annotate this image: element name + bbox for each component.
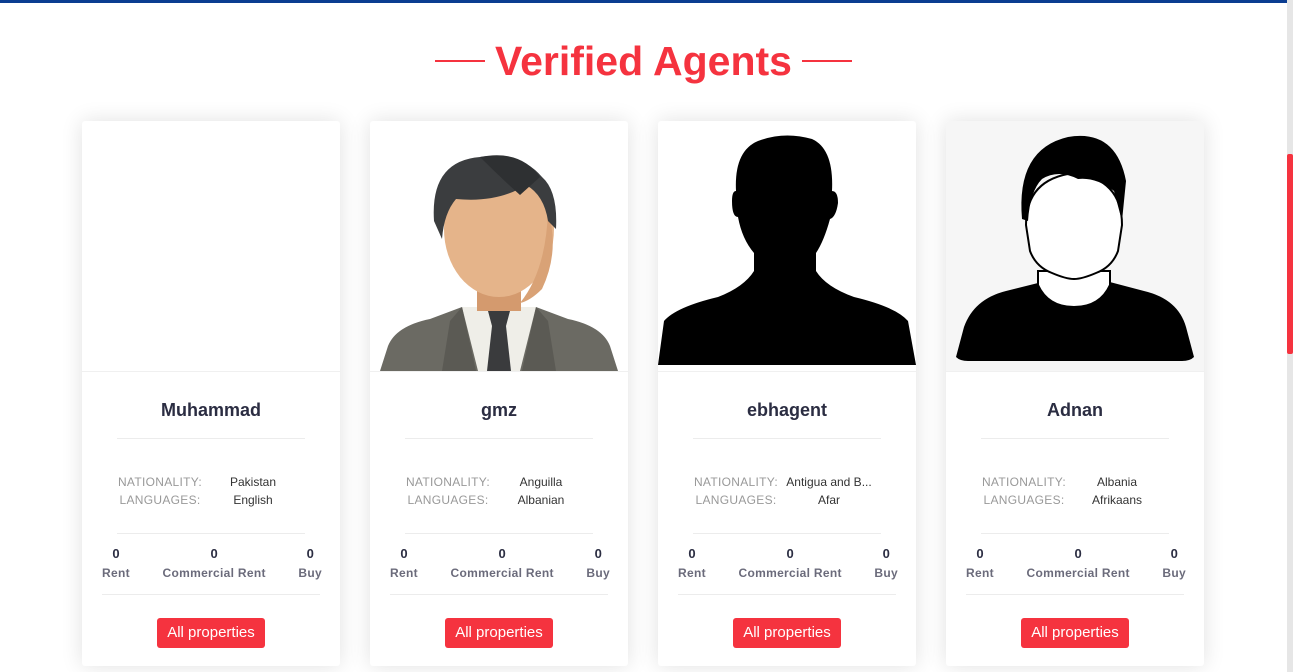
rent-label: Rent	[390, 566, 418, 580]
buy-label: Buy	[298, 566, 322, 580]
all-properties-button[interactable]: All properties	[157, 618, 265, 648]
nationality-value: Albania	[1096, 475, 1138, 489]
agents-grid: Muhammad NATIONALITY: Pakistan LANGUAGES:…	[82, 121, 1204, 666]
divider	[966, 594, 1184, 595]
agent-info: NATIONALITY: Anguilla LANGUAGES: Albanian	[370, 473, 628, 509]
all-properties-button[interactable]: All properties	[733, 618, 841, 648]
agent-photo	[658, 121, 916, 372]
divider	[390, 594, 608, 595]
agent-photo	[370, 121, 628, 372]
languages-value: English	[233, 493, 273, 507]
divider	[405, 438, 593, 439]
stat-buy: 0 Buy	[586, 545, 610, 580]
top-accent-bar	[0, 0, 1287, 3]
buy-count: 0	[1170, 546, 1178, 561]
agent-info: NATIONALITY: Antigua and B... LANGUAGES: A…	[658, 473, 916, 509]
nationality-value: Anguilla	[519, 475, 563, 489]
languages-value: Afar	[817, 493, 840, 507]
stat-buy: 0 Buy	[874, 545, 898, 580]
silhouette-avatar-icon	[658, 135, 916, 365]
agent-info: NATIONALITY: Albania LANGUAGES: Afrikaans	[946, 473, 1204, 509]
commercial-rent-count: 0	[786, 546, 794, 561]
agent-card: Adnan NATIONALITY: Albania LANGUAGES: Afri…	[946, 121, 1204, 666]
agent-name: gmz	[481, 400, 517, 420]
title-decoration-right	[801, 60, 852, 62]
commercial-rent-label: Commercial Rent	[162, 566, 266, 580]
rent-label: Rent	[678, 566, 706, 580]
nationality-value: Antigua and B...	[786, 475, 872, 489]
rent-count: 0	[976, 546, 984, 561]
rent-label: Rent	[966, 566, 994, 580]
agent-stats: 0 Rent 0 Commercial Rent 0 Buy	[370, 545, 628, 580]
agent-photo-empty	[82, 121, 340, 372]
buy-count: 0	[306, 546, 314, 561]
buy-label: Buy	[874, 566, 898, 580]
agent-name: Muhammad	[160, 400, 261, 420]
buy-label: Buy	[1162, 566, 1186, 580]
divider	[102, 594, 320, 595]
section-title: Verified Agents	[495, 38, 792, 84]
buy-count: 0	[882, 546, 890, 561]
all-properties-button[interactable]: All properties	[1021, 618, 1129, 648]
divider	[981, 438, 1169, 439]
title-decoration-left	[435, 60, 486, 62]
outline-avatar-icon	[956, 135, 1194, 361]
rent-count: 0	[112, 546, 120, 561]
agent-card: gmz NATIONALITY: Anguilla LANGUAGES: Alban…	[370, 121, 628, 666]
buy-label: Buy	[586, 566, 610, 580]
stat-commercial-rent: 0 Commercial Rent	[163, 545, 266, 580]
stat-buy: 0 Buy	[1162, 545, 1186, 580]
commercial-rent-count: 0	[1074, 546, 1082, 561]
nationality-value: Pakistan	[229, 475, 277, 489]
stat-commercial-rent: 0 Commercial Rent	[739, 545, 842, 580]
stat-rent: 0 Rent	[966, 545, 994, 580]
rent-label: Rent	[102, 566, 130, 580]
languages-value: Afrikaans	[1091, 493, 1143, 507]
divider	[678, 594, 896, 595]
divider	[693, 533, 881, 534]
commercial-rent-count: 0	[210, 546, 218, 561]
agent-name: Adnan	[1047, 400, 1103, 420]
stat-rent: 0 Rent	[678, 545, 706, 580]
rent-count: 0	[400, 546, 408, 561]
all-properties-button[interactable]: All properties	[445, 618, 553, 648]
stat-commercial-rent: 0 Commercial Rent	[1027, 545, 1130, 580]
businessman-avatar-icon	[380, 155, 618, 371]
divider	[117, 533, 305, 534]
agent-card: ebhagent NATIONALITY: Antigua and B... LA…	[658, 121, 916, 666]
commercial-rent-count: 0	[498, 546, 506, 561]
agent-card: Muhammad NATIONALITY: Pakistan LANGUAGES:…	[82, 121, 340, 666]
stat-buy: 0 Buy	[298, 545, 322, 580]
rent-count: 0	[688, 546, 696, 561]
divider	[405, 533, 593, 534]
stat-rent: 0 Rent	[390, 545, 418, 580]
agent-stats: 0 Rent 0 Commercial Rent 0 Buy	[658, 545, 916, 580]
agent-stats: 0 Rent 0 Commercial Rent 0 Buy	[82, 545, 340, 580]
scrollbar-thumb[interactable]	[1287, 154, 1293, 354]
buy-count: 0	[594, 546, 602, 561]
languages-value: Albanian	[517, 493, 565, 507]
stat-commercial-rent: 0 Commercial Rent	[451, 545, 554, 580]
commercial-rent-label: Commercial Rent	[450, 566, 554, 580]
divider	[981, 533, 1169, 534]
divider	[117, 438, 305, 439]
agent-info: NATIONALITY: Pakistan LANGUAGES: English	[82, 473, 340, 509]
stat-rent: 0 Rent	[102, 545, 130, 580]
divider	[693, 438, 881, 439]
agent-photo	[946, 121, 1204, 372]
commercial-rent-label: Commercial Rent	[1026, 566, 1130, 580]
agent-name: ebhagent	[746, 400, 827, 420]
agent-stats: 0 Rent 0 Commercial Rent 0 Buy	[946, 545, 1204, 580]
section-header: Verified Agents	[0, 36, 1287, 86]
commercial-rent-label: Commercial Rent	[738, 566, 842, 580]
